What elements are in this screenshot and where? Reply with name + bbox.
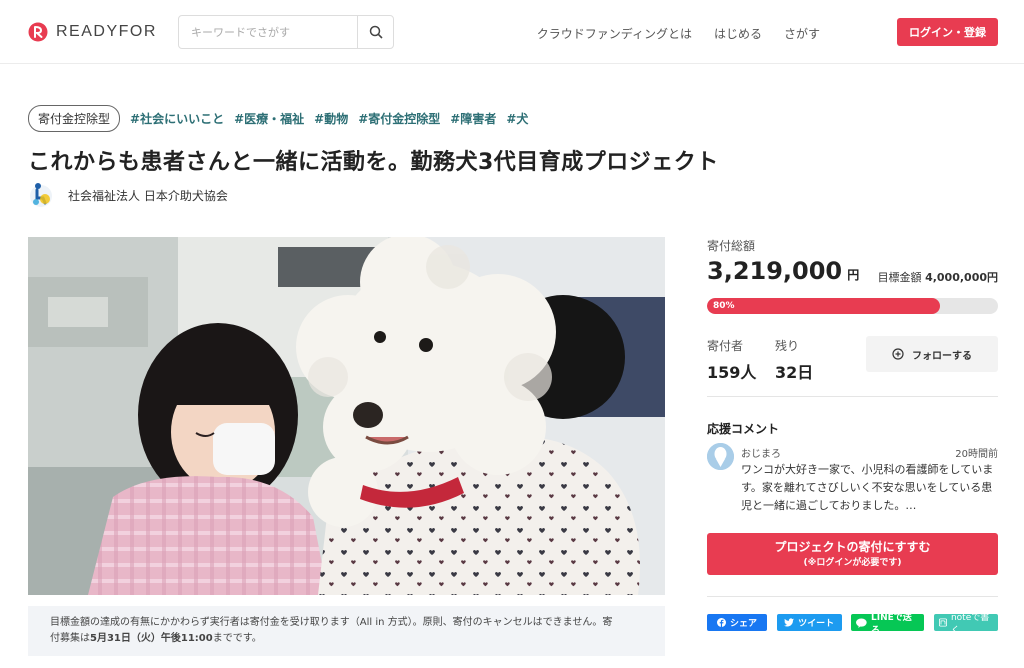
supporters-value: 159人 bbox=[707, 363, 757, 382]
avatar[interactable] bbox=[707, 443, 734, 470]
total-yen: 円 bbox=[847, 268, 860, 282]
divider bbox=[707, 596, 998, 597]
goal: 目標金額 4,000,000円 bbox=[878, 269, 998, 285]
search-box bbox=[178, 15, 394, 49]
progress-bar-fill: 80% bbox=[707, 298, 940, 314]
photo-girl-hugging-dog bbox=[28, 237, 665, 595]
share-twitter-button[interactable]: ツイート bbox=[776, 614, 842, 631]
divider bbox=[707, 396, 998, 397]
facebook-icon bbox=[716, 618, 726, 627]
remaining-label: 残り bbox=[775, 339, 800, 353]
follow-label: フォローする bbox=[912, 350, 972, 362]
logo-text: READYFOR bbox=[56, 23, 157, 40]
login-register-button[interactable]: ログイン・登録 bbox=[897, 18, 998, 46]
nav-start[interactable]: はじめる bbox=[714, 25, 762, 42]
donate-button[interactable]: プロジェクトの寄付にすすむ (※ログインが必要です) bbox=[707, 533, 998, 575]
donate-button-sublabel: (※ログインが必要です) bbox=[803, 558, 902, 568]
main-nav: クラウドファンディングとは はじめる さがす bbox=[537, 25, 820, 42]
nav-search[interactable]: さがす bbox=[784, 25, 820, 42]
twitter-icon bbox=[784, 618, 795, 627]
type-tag[interactable]: 寄付金控除型 bbox=[28, 105, 121, 132]
hashtag[interactable]: #障害者 bbox=[450, 110, 496, 127]
note-icon bbox=[938, 618, 947, 627]
total-amount-row: 3,219,000 円 目標金額 4,000,000円 bbox=[707, 257, 998, 285]
hashtag[interactable]: #動物 bbox=[314, 110, 348, 127]
progress-bar: 80% bbox=[707, 298, 998, 314]
project-title: これからも患者さんと一緒に活動を。勤務犬3代目育成プロジェクト bbox=[28, 150, 719, 175]
hashtag[interactable]: #寄付金控除型 bbox=[358, 110, 440, 127]
search-input[interactable] bbox=[179, 16, 357, 48]
project-tags: 寄付金控除型 #社会にいいこと #医療・福祉 #動物 #寄付金控除型 #障害者 … bbox=[28, 105, 528, 132]
share-facebook-label: シェア bbox=[729, 619, 757, 629]
search-icon bbox=[369, 25, 383, 39]
supporters-label: 寄付者 bbox=[707, 339, 744, 353]
plus-circle-icon bbox=[892, 348, 904, 360]
organization[interactable]: 社会福祉法人 日本介助犬協会 bbox=[28, 181, 228, 209]
remaining-value: 32日 bbox=[775, 363, 814, 382]
remaining-stat: 残り 32日 bbox=[775, 337, 813, 383]
project-sidebar: 寄付総額 3,219,000 円 目標金額 4,000,000円 80% 寄付者… bbox=[707, 237, 998, 636]
goal-amount: 4,000,000円 bbox=[925, 271, 998, 284]
search-button[interactable] bbox=[357, 16, 393, 48]
notice-text: 目標金額の達成の有無にかかわらず実行者は寄付金を受け取ります（All in 方式… bbox=[50, 617, 613, 628]
share-line-button[interactable]: LINEで送る bbox=[851, 613, 925, 636]
readyfor-logo-icon bbox=[28, 22, 48, 42]
comments-title: 応援コメント bbox=[707, 422, 780, 436]
share-buttons: シェア ツイート LINEで送る noteで書く bbox=[707, 613, 998, 636]
follow-button[interactable]: フォローする bbox=[866, 336, 998, 372]
user-avatar-icon bbox=[707, 443, 734, 470]
share-twitter-label: ツイート bbox=[798, 619, 835, 629]
organization-name: 社会福祉法人 日本介助犬協会 bbox=[68, 188, 228, 203]
comment-time: 20時間前 bbox=[955, 449, 998, 460]
funding-notice: 目標金額の達成の有無にかかわらず実行者は寄付金を受け取ります（All in 方式… bbox=[28, 606, 665, 656]
line-icon bbox=[856, 617, 867, 628]
donate-button-label: プロジェクトの寄付にすすむ bbox=[774, 540, 931, 554]
supporters-stat: 寄付者 159人 bbox=[707, 337, 756, 383]
total-amount: 3,219,000 bbox=[707, 257, 843, 285]
site-header: READYFOR クラウドファンディングとは はじめる さがす ログイン・登録 bbox=[0, 0, 1024, 64]
share-facebook-button[interactable]: シェア bbox=[707, 614, 767, 631]
total-label: 寄付総額 bbox=[707, 239, 756, 253]
notice-text: までです。 bbox=[212, 633, 262, 644]
project-main-image bbox=[28, 237, 665, 595]
share-note-button[interactable]: noteで書く bbox=[933, 613, 998, 636]
hashtag[interactable]: #医療・福祉 bbox=[234, 110, 304, 127]
share-note-label: noteで書く bbox=[950, 612, 990, 636]
hashtag[interactable]: #社会にいいこと bbox=[130, 110, 224, 127]
share-line-label: LINEで送る bbox=[871, 612, 912, 636]
nav-about[interactable]: クラウドファンディングとは bbox=[537, 25, 692, 42]
comment-author[interactable]: おじまろ bbox=[741, 445, 781, 460]
comment-text[interactable]: ワンコが大好き一家で、小児科の看護師をしています。家を離れてさびしいく不安な思い… bbox=[741, 461, 998, 515]
goal-label: 目標金額 bbox=[877, 271, 922, 284]
notice-deadline: 5月31日（火）午後11:00 bbox=[90, 633, 213, 644]
site-logo[interactable]: READYFOR bbox=[28, 22, 157, 42]
organization-logo-icon bbox=[30, 183, 52, 207]
hashtag[interactable]: #犬 bbox=[506, 110, 528, 127]
notice-text: 付募集は bbox=[50, 633, 90, 644]
